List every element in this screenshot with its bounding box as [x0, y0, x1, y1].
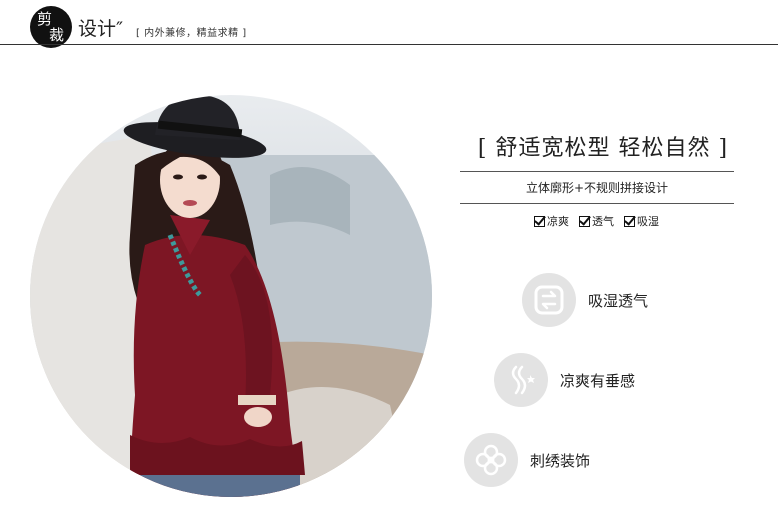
attribute-label: 刺绣装饰 [530, 451, 591, 470]
attribute-cool: 凉爽有垂感 [494, 353, 635, 407]
attribute-label: 凉爽有垂感 [560, 371, 636, 390]
brand-badge: 剪 裁 [30, 6, 72, 48]
feature-item: 吸湿 [624, 213, 659, 229]
divider-top [460, 171, 734, 172]
model-photo [30, 95, 432, 497]
exchange-arrows-icon [522, 273, 576, 327]
subheadline: 立体廓形+不规则拼接设计 [525, 181, 669, 195]
flower-embroidery-icon [464, 433, 518, 487]
feature-label: 透气 [592, 215, 614, 228]
header-divider [0, 44, 778, 45]
header: 剪 裁 设计″ [ 内外兼修，精益求精 ] [0, 0, 778, 56]
checkbox-icon [624, 215, 635, 227]
section-slogan: [ 内外兼修，精益求精 ] [136, 28, 247, 39]
attribute-label: 吸湿透气 [588, 291, 649, 310]
badge-char-1: 剪 [37, 10, 53, 28]
feature-item: 透气 [579, 213, 614, 229]
breeze-icon [494, 353, 548, 407]
attribute-embroidery: 刺绣装饰 [464, 433, 590, 487]
checkbox-icon [579, 215, 590, 227]
headline: [ 舒适宽松型 轻松自然 ] [477, 136, 729, 161]
feature-list: 凉爽 透气 吸湿 [534, 213, 659, 229]
attribute-moisture: 吸湿透气 [522, 273, 648, 327]
feature-item: 凉爽 [534, 213, 569, 229]
section-title: 设计″ [78, 18, 124, 40]
divider-bottom [460, 203, 734, 204]
feature-label: 凉爽 [547, 215, 569, 228]
badge-char-2: 裁 [49, 26, 65, 44]
feature-label: 吸湿 [637, 215, 659, 228]
checkbox-icon [534, 215, 545, 227]
